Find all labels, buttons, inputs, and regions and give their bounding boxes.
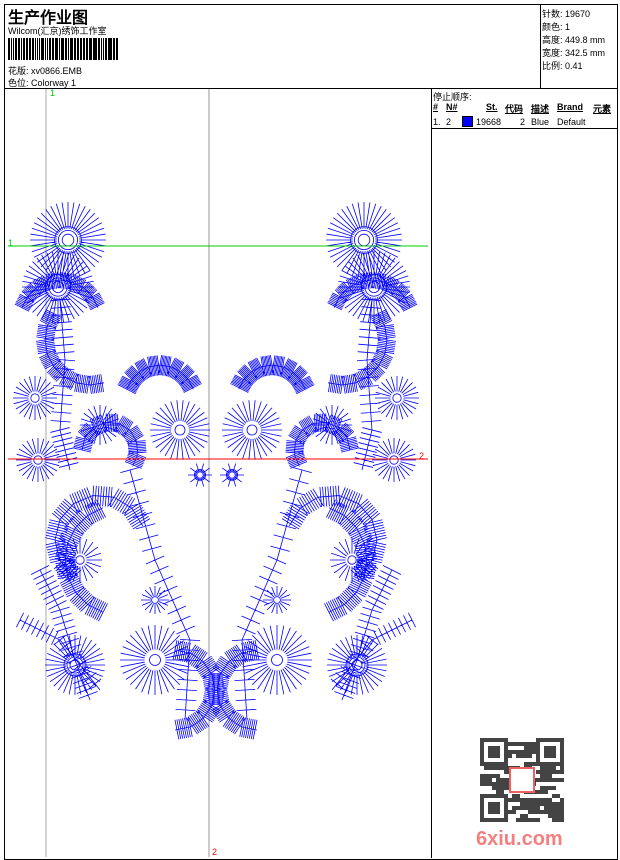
col-brand: Brand [557, 102, 584, 112]
col-needle: N# [446, 102, 458, 112]
divider [431, 128, 617, 129]
divider [540, 4, 541, 88]
divider [431, 88, 432, 858]
row-needle: 2 [446, 117, 452, 127]
guide-label: 2 [419, 451, 425, 461]
watermark-text: 6xiu.com [476, 828, 563, 850]
guide-label: 1 [50, 88, 56, 98]
color-count: 颜色: 1 [542, 22, 571, 32]
col-index: # [433, 102, 439, 112]
color-swatch [462, 116, 473, 127]
row-stitches: 19668 [476, 117, 502, 127]
qr-code [480, 738, 564, 822]
row-brand: Default [557, 117, 586, 127]
embroidery-right-half [207, 202, 419, 740]
scale: 比例: 0.41 [542, 61, 583, 71]
col-code: 代码 [505, 104, 524, 114]
col-element: 元素 [593, 104, 612, 114]
stitch-count: 针数: 19670 [542, 9, 591, 19]
col-stitches: St. [486, 102, 498, 112]
stamp-logo [509, 767, 535, 793]
row-code: 2 [520, 117, 526, 127]
embroidery-design [8, 89, 428, 857]
guide-label: 2 [212, 847, 218, 857]
design-height: 高度: 449.8 mm [542, 35, 606, 45]
row-description: Blue [531, 117, 550, 127]
embroidery-left-half [13, 202, 225, 740]
row-index: 1. [433, 117, 441, 127]
guide-label: 1 [8, 238, 14, 248]
design-width: 宽度: 342.5 mm [542, 48, 606, 58]
col-description: 描述 [531, 104, 550, 114]
